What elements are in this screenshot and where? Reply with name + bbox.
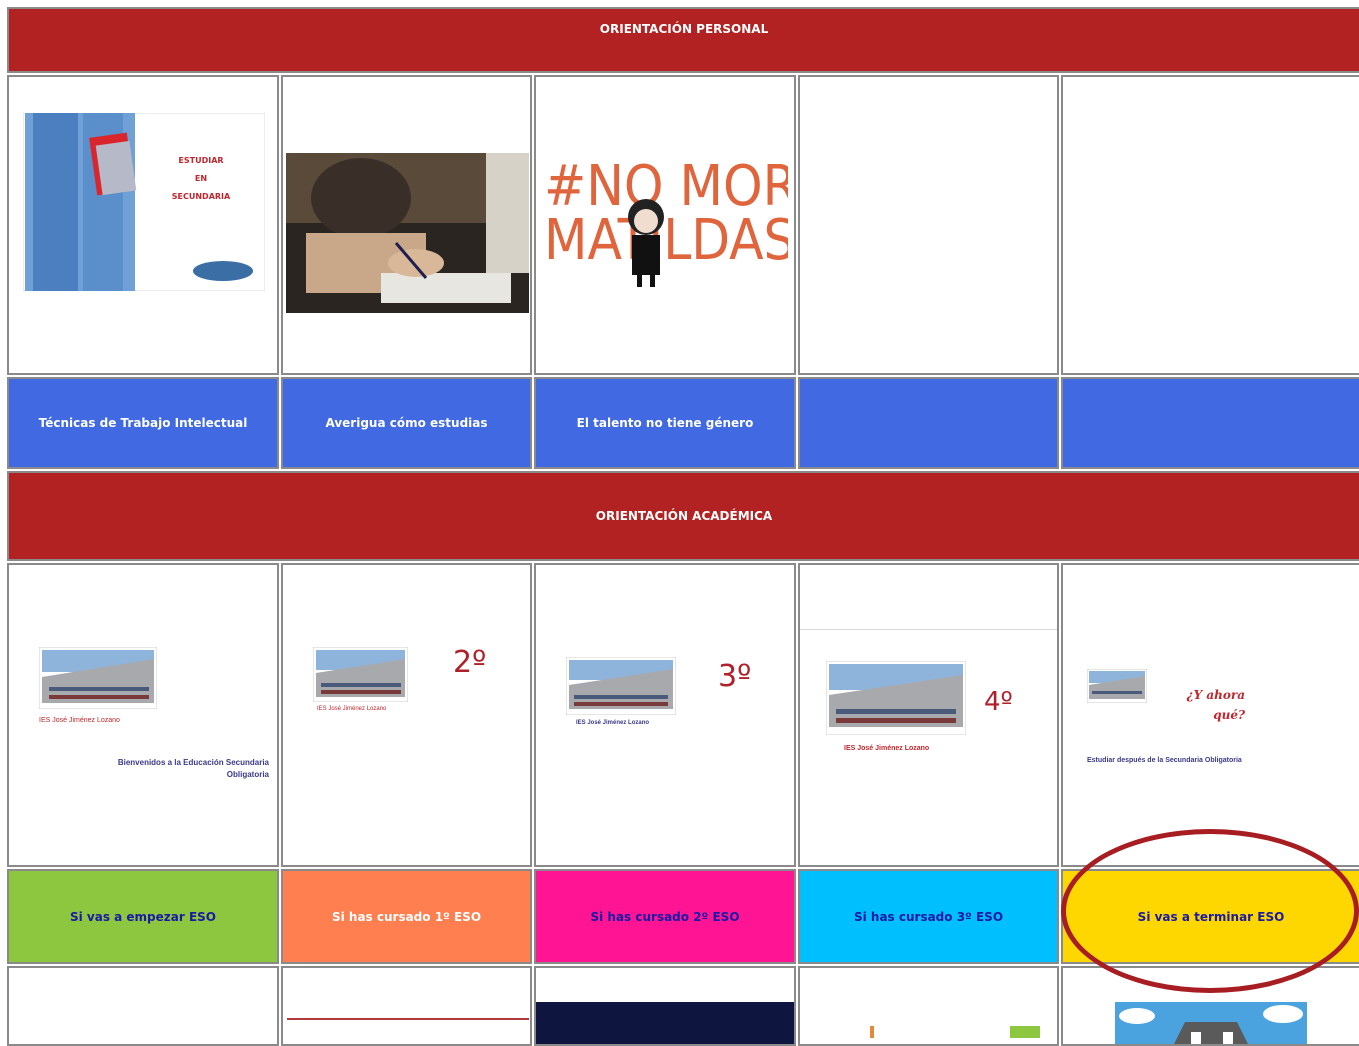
card-label-empty-1	[798, 377, 1059, 469]
orientation-grid: ORIENTACIÓN PERSONAL ESTUDIAR EN SECUNDA…	[7, 7, 1359, 1046]
card-label-talento[interactable]: El talento no tiene género	[534, 377, 796, 469]
card-image-next-1[interactable]	[7, 966, 279, 1046]
divider	[287, 1018, 529, 1020]
talento-link[interactable]: El talento no tiene género	[577, 416, 754, 430]
card-label-terminar-eso[interactable]: Si vas a terminar ESO	[1061, 869, 1359, 964]
orientacion-personal-header: ORIENTACIÓN PERSONAL	[7, 7, 1359, 73]
no-more-matildas-image: #NO MORE MATILDAS	[544, 154, 788, 287]
school-name-text: IES José Jiménez Lozano	[317, 706, 387, 712]
student-writing-image	[286, 153, 529, 313]
card-image-terminar-eso[interactable]: ¿Y ahora qué? Estudiar después de la Sec…	[1061, 563, 1359, 867]
partial-image	[1010, 1026, 1040, 1038]
orientacion-personal-title: ORIENTACIÓN PERSONAL	[599, 22, 769, 36]
card-image-cursado-2[interactable]: 3º IES José Jiménez Lozano	[534, 563, 796, 867]
card-image-next-4[interactable]	[798, 966, 1059, 1046]
grade-3-text: 3º	[718, 659, 752, 694]
card-label-cursado-1[interactable]: Si has cursado 1º ESO	[281, 869, 532, 964]
card-image-empezar-eso[interactable]: IES José Jiménez Lozano Bienvenidos a la…	[7, 563, 279, 867]
school-building-image	[313, 647, 408, 702]
school-building-image	[1087, 669, 1147, 703]
card-image-next-5[interactable]	[1061, 966, 1359, 1046]
card-image-tecnicas[interactable]: ESTUDIAR EN SECUNDARIA	[7, 75, 279, 375]
card-image-next-2[interactable]	[281, 966, 532, 1046]
estudiar-despues-text: Estudiar después de la Secundaria Obliga…	[1087, 757, 1242, 764]
card-image-averigua[interactable]	[281, 75, 532, 375]
cursado-2-link[interactable]: Si has cursado 2º ESO	[590, 910, 739, 924]
bienvenidos-text: Bienvenidos a la Educación Secundaria Ob…	[117, 758, 269, 779]
empezar-eso-link[interactable]: Si vas a empezar ESO	[70, 910, 216, 924]
terminar-eso-link[interactable]: Si vas a terminar ESO	[1138, 910, 1285, 924]
cursado-3-link[interactable]: Si has cursado 3º ESO	[854, 910, 1003, 924]
school-name-text: IES José Jiménez Lozano	[576, 720, 650, 726]
secundaria-text: SECUNDARIA	[172, 192, 231, 201]
averigua-link[interactable]: Averigua cómo estudias	[325, 416, 487, 430]
y-ahora-que-text: ¿Y ahora qué?	[1186, 688, 1245, 722]
card-label-cursado-2[interactable]: Si has cursado 2º ESO	[534, 869, 796, 964]
school-name-text: IES José Jiménez Lozano	[844, 745, 930, 752]
card-label-cursado-3[interactable]: Si has cursado 3º ESO	[798, 869, 1059, 964]
card-label-averigua[interactable]: Averigua cómo estudias	[281, 377, 532, 469]
en-text: EN	[195, 174, 207, 183]
school-building-image	[566, 657, 676, 715]
school-building-image	[826, 661, 966, 735]
orientacion-academica-header: ORIENTACIÓN ACADÉMICA	[7, 471, 1359, 561]
card-image-cursado-3[interactable]: 4º IES José Jiménez Lozano	[798, 563, 1059, 867]
matildas-text: MATILDAS	[544, 208, 788, 273]
orientacion-academica-title: ORIENTACIÓN ACADÉMICA	[595, 509, 773, 523]
partial-image	[870, 1026, 874, 1038]
grade-4-text: 4º	[984, 687, 1013, 717]
estudiar-text: ESTUDIAR	[178, 156, 223, 165]
card-image-empty-2	[1061, 75, 1359, 375]
school-name-text: IES José Jiménez Lozano	[39, 717, 120, 724]
cursado-1-link[interactable]: Si has cursado 1º ESO	[332, 910, 481, 924]
card-image-next-3[interactable]	[534, 966, 796, 1046]
card-label-empty-2	[1061, 377, 1359, 469]
student-books-image: ESTUDIAR EN SECUNDARIA	[23, 113, 265, 291]
house-image	[1115, 1002, 1307, 1044]
card-label-tecnicas[interactable]: Técnicas de Trabajo Intelectual	[7, 377, 279, 469]
dark-image	[536, 1002, 794, 1044]
card-image-empty-1	[798, 75, 1059, 375]
divider	[800, 629, 1057, 630]
card-image-cursado-1[interactable]: 2º IES José Jiménez Lozano	[281, 563, 532, 867]
card-image-talento[interactable]: #NO MORE MATILDAS	[534, 75, 796, 375]
school-building-image	[39, 647, 157, 709]
grade-2-text: 2º	[453, 645, 487, 680]
card-label-empezar-eso[interactable]: Si vas a empezar ESO	[7, 869, 279, 964]
tecnicas-link[interactable]: Técnicas de Trabajo Intelectual	[39, 416, 248, 430]
